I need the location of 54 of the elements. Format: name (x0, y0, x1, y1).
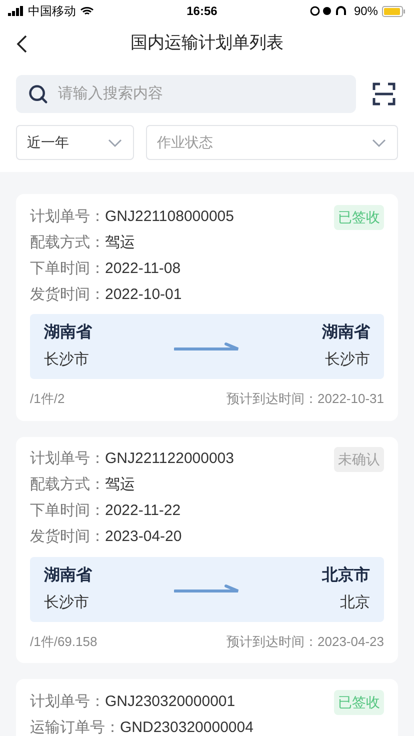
order-card[interactable]: 计划单号：GNJ221108000005 已签收 配载方式：驾运 下单时间：2022-11-08 发货时间：2022-10-01 湖南省 长沙市 湖南省 长沙市 /1件/2 预计到达时间：2022-10-31 (16, 194, 398, 420)
field-value: 2022-11-22 (105, 501, 181, 522)
field-label: 配载方式： (30, 475, 105, 496)
eta-text: 预计到达时间：2023-04-23 (226, 632, 384, 650)
search-bar[interactable]: 请输入搜索内容 (16, 75, 356, 113)
chevron-down-icon (107, 138, 123, 148)
chevron-down-icon (371, 138, 387, 148)
destination-city: 长沙市 (325, 350, 370, 370)
field-label: 运输订单号： (30, 718, 120, 736)
field-label: 计划单号： (30, 206, 105, 227)
field-label: 下单时间： (30, 501, 105, 522)
field-value: 驾运 (105, 475, 135, 496)
field-value: GNJ230320000001 (105, 692, 236, 712)
clock-text: 16:56 (186, 3, 218, 20)
quantity-text: /1件/2 (30, 390, 65, 408)
field-value: 2022-10-01 (105, 284, 182, 305)
back-icon (16, 35, 28, 53)
status-tag: 已签收 (334, 204, 384, 230)
scan-icon (372, 82, 396, 106)
order-card[interactable]: 计划单号：GNJ221122000003 未确认 配载方式：驾运 下单时间：2022-11-22 发货时间：2023-04-20 湖南省 长沙市 北京市 北京 /1件/69.158 预计到达时间：2023-04-23 (16, 436, 398, 663)
battery-text: 90% (354, 3, 378, 20)
destination-province: 北京市 (322, 565, 370, 586)
field-label: 配载方式： (30, 232, 105, 253)
eta-text: 预计到达时间：2022-10-31 (226, 390, 384, 408)
carrier-text: 中国移动 (28, 3, 76, 20)
quantity-text: /1件/69.158 (30, 632, 98, 650)
page-title: 国内运输计划单列表 (130, 32, 284, 54)
scan-button[interactable] (372, 81, 398, 107)
origin-province: 湖南省 (44, 322, 92, 344)
field-value: 2023-04-20 (105, 527, 182, 548)
origin-city: 长沙市 (44, 350, 90, 370)
wifi-icon (80, 6, 94, 16)
search-icon (28, 83, 48, 105)
order-card[interactable]: 计划单号：GNJ230320000001 已签收 运输订单号：GND230320000004 (16, 679, 398, 736)
field-value: GND230320000004 (120, 718, 254, 736)
status-tag: 已签收 (334, 690, 384, 714)
field-value: GNJ221122000003 (105, 449, 234, 470)
field-value: 驾运 (105, 232, 135, 253)
origin-province: 湖南省 (44, 566, 92, 586)
field-label: 计划单号： (30, 449, 105, 470)
field-value: 2022-11-08 (105, 258, 181, 279)
field-label: 发货时间： (30, 284, 105, 305)
field-label: 下单时间： (30, 258, 105, 279)
filter-dropdown[interactable]: 近一年 (16, 125, 134, 160)
field-label: 计划单号： (30, 692, 105, 712)
origin-city: 长沙市 (44, 592, 90, 613)
field-value: GNJ221108000005 (105, 206, 234, 227)
signal-icon (8, 6, 24, 16)
field-label: 发货时间： (30, 527, 105, 548)
search-field[interactable]: 请输入搜索内容 (58, 82, 344, 106)
destination-province: 湖南省 (322, 322, 370, 344)
battery-icon (382, 6, 406, 16)
status-tag: 未确认 (334, 447, 384, 472)
destination-city: 北京 (340, 592, 370, 613)
